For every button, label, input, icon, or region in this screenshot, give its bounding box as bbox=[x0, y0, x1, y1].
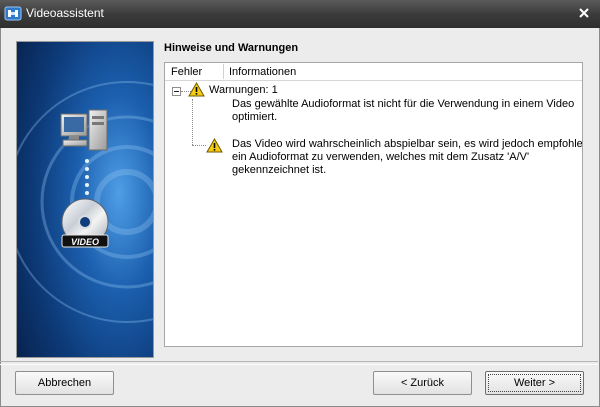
video-badge-label: VIDEO bbox=[71, 237, 99, 247]
column-header-informationen[interactable]: Informationen bbox=[229, 66, 296, 78]
warning-text-line: Das Video wird wahrscheinlich abspielbar… bbox=[232, 138, 583, 150]
column-divider[interactable] bbox=[223, 64, 224, 79]
collapse-toggle-icon[interactable] bbox=[172, 87, 181, 96]
warning-group-label[interactable]: Warnungen: 1 bbox=[209, 84, 278, 97]
warning-text-line: gekennzeichnet ist. bbox=[232, 164, 327, 176]
side-artwork: VIDEO bbox=[17, 42, 153, 357]
tree-connector bbox=[192, 99, 193, 145]
list-header: Fehler Informationen bbox=[165, 63, 582, 81]
footer-divider bbox=[0, 361, 598, 365]
side-illustration: VIDEO bbox=[16, 41, 154, 358]
computer-icon bbox=[60, 109, 108, 151]
cancel-button[interactable]: Abbrechen bbox=[15, 371, 114, 395]
warning-text-line: optimiert. bbox=[232, 111, 278, 123]
warning-triangle-icon bbox=[188, 82, 205, 97]
warning-triangle-icon bbox=[206, 138, 223, 153]
video-disc-icon: VIDEO bbox=[61, 198, 109, 248]
section-heading: Hinweise und Warnungen bbox=[164, 42, 299, 54]
window-title: Videoassistent bbox=[26, 6, 104, 20]
close-icon[interactable] bbox=[577, 6, 591, 20]
back-button[interactable]: < Zurück bbox=[373, 371, 472, 395]
warning-text-line: Das gewählte Audioformat ist nicht für d… bbox=[232, 98, 575, 110]
column-header-fehler[interactable]: Fehler bbox=[171, 66, 202, 78]
next-button[interactable]: Weiter > bbox=[485, 371, 584, 395]
video-assistant-icon bbox=[4, 6, 22, 21]
title-bar: Videoassistent bbox=[0, 0, 600, 28]
warning-text-line: ein Audioformat zu verwenden, welches mi… bbox=[232, 151, 530, 163]
warnings-list[interactable]: Fehler Informationen Warnungen: 1 Das ge… bbox=[164, 62, 583, 347]
tree-connector bbox=[192, 145, 206, 146]
